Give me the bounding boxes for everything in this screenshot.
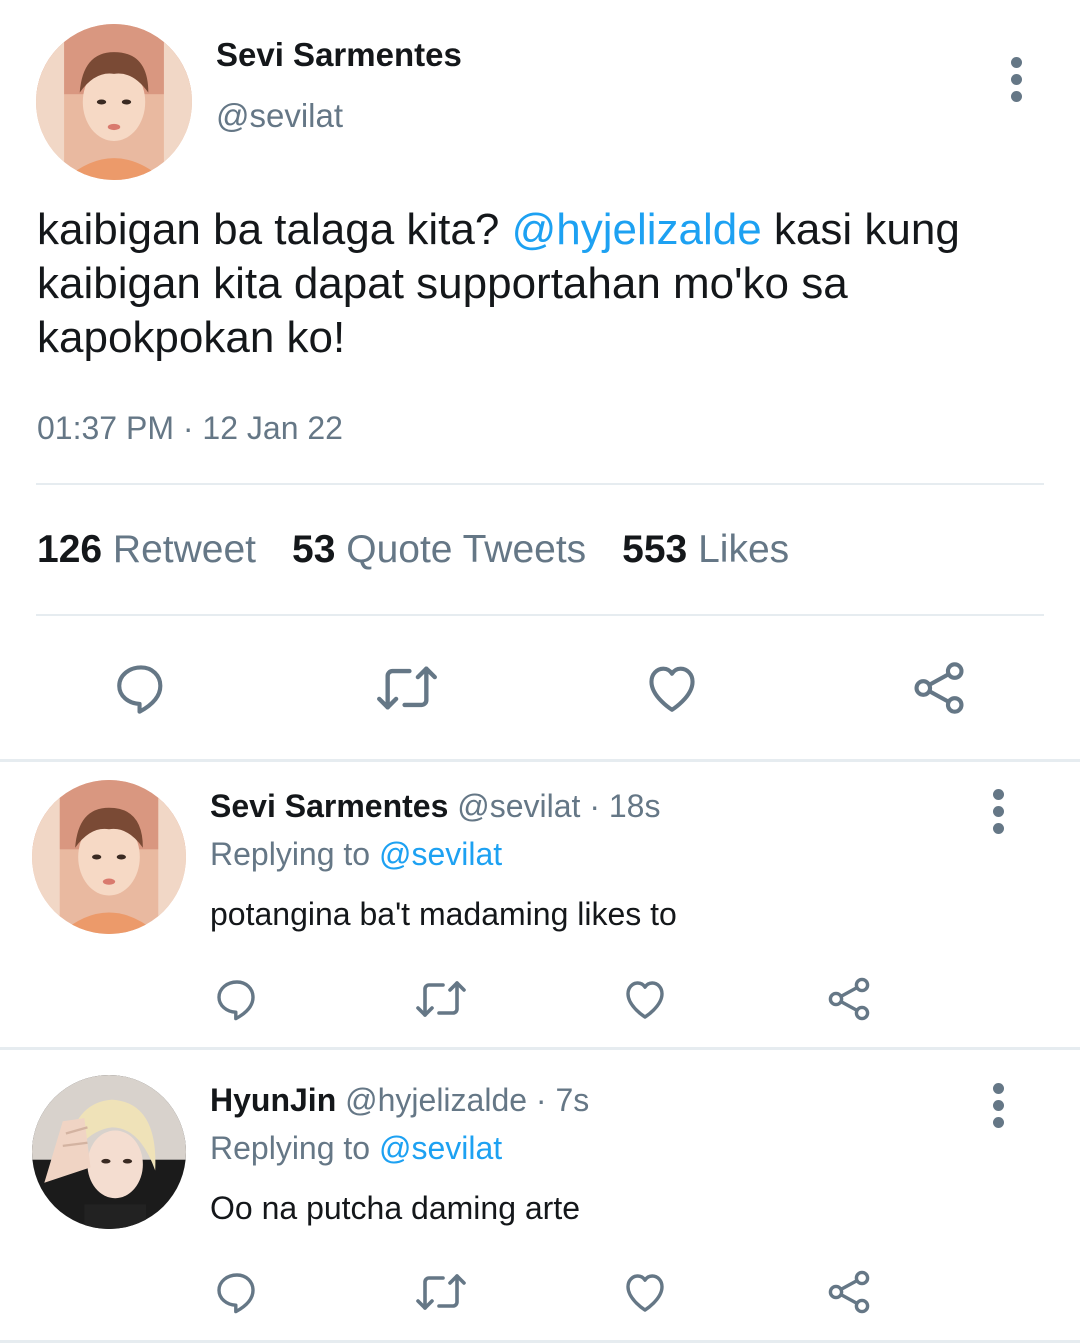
likes-stat[interactable]: 553 Likes (622, 528, 789, 571)
section-separator (0, 1340, 1080, 1343)
reply-avatar[interactable] (32, 1075, 186, 1229)
share-icon[interactable] (825, 975, 873, 1023)
replying-to-label: Replying to (210, 836, 379, 872)
replying-to-link[interactable]: @sevilat (379, 836, 502, 872)
retweets-stat[interactable]: 126 Retweet (37, 528, 256, 571)
quotes-count: 53 (292, 528, 336, 571)
like-icon[interactable] (621, 975, 669, 1023)
reply-icon[interactable] (213, 1268, 261, 1316)
reply-icon[interactable] (213, 975, 261, 1023)
quotes-stat[interactable]: 53 Quote Tweets (292, 528, 586, 571)
tweet-mention-link[interactable]: @hyjelizalde (512, 205, 762, 254)
author-handle[interactable]: @sevilat (216, 97, 343, 135)
reply-header: Sevi Sarmentes @sevilat · 18s (210, 788, 660, 825)
like-icon[interactable] (621, 1268, 669, 1316)
reply-text: Oo na putcha daming arte (210, 1190, 581, 1226)
divider (36, 483, 1044, 485)
tweet-text-start: kaibigan ba talaga kita? (37, 205, 512, 254)
replying-to: Replying to @sevilat (210, 836, 502, 873)
tweet-timestamp: 01:37 PM · 12 Jan 22 (37, 410, 343, 446)
tweet-text: kaibigan ba talaga kita? @hyjelizalde ka… (37, 203, 1047, 365)
avatar-photo (32, 1075, 186, 1229)
retweets-count: 126 (37, 528, 103, 571)
retweet-icon[interactable] (412, 1268, 470, 1316)
tweet-stats: 126 Retweet 53 Quote Tweets 553 Likes (37, 528, 789, 572)
retweet-icon[interactable] (412, 975, 470, 1023)
avatar-photo (32, 780, 186, 934)
reply-icon[interactable] (112, 659, 170, 717)
reply-meta: @hyjelizalde · 7s (345, 1082, 590, 1118)
tweet-options-icon[interactable] (1011, 57, 1023, 108)
retweet-icon[interactable] (372, 659, 442, 717)
author-name[interactable]: Sevi Sarmentes (216, 36, 462, 74)
likes-label: Likes (698, 528, 790, 571)
reply-header: HyunJin @hyjelizalde · 7s (210, 1082, 589, 1119)
reply-options-icon[interactable] (993, 1083, 1005, 1134)
likes-count: 553 (622, 528, 688, 571)
replying-to: Replying to @sevilat (210, 1130, 502, 1167)
section-separator (0, 1047, 1080, 1050)
reply-meta: @sevilat · 18s (457, 788, 661, 824)
share-icon[interactable] (825, 1268, 873, 1316)
reply-options-icon[interactable] (993, 789, 1005, 840)
divider (36, 614, 1044, 616)
replying-to-label: Replying to (210, 1130, 379, 1166)
section-separator (0, 759, 1080, 762)
reply-author-name[interactable]: Sevi Sarmentes (210, 788, 448, 824)
reply-author-name[interactable]: HyunJin (210, 1082, 336, 1118)
reply-avatar[interactable] (32, 780, 186, 934)
like-icon[interactable] (643, 659, 701, 717)
quotes-label: Quote Tweets (346, 528, 587, 571)
replying-to-link[interactable]: @sevilat (379, 1130, 502, 1166)
retweets-label: Retweet (112, 528, 256, 571)
author-avatar[interactable] (36, 24, 192, 180)
reply-text: potangina ba't madaming likes to (210, 896, 677, 932)
avatar-photo (36, 24, 192, 180)
share-icon[interactable] (909, 659, 969, 717)
